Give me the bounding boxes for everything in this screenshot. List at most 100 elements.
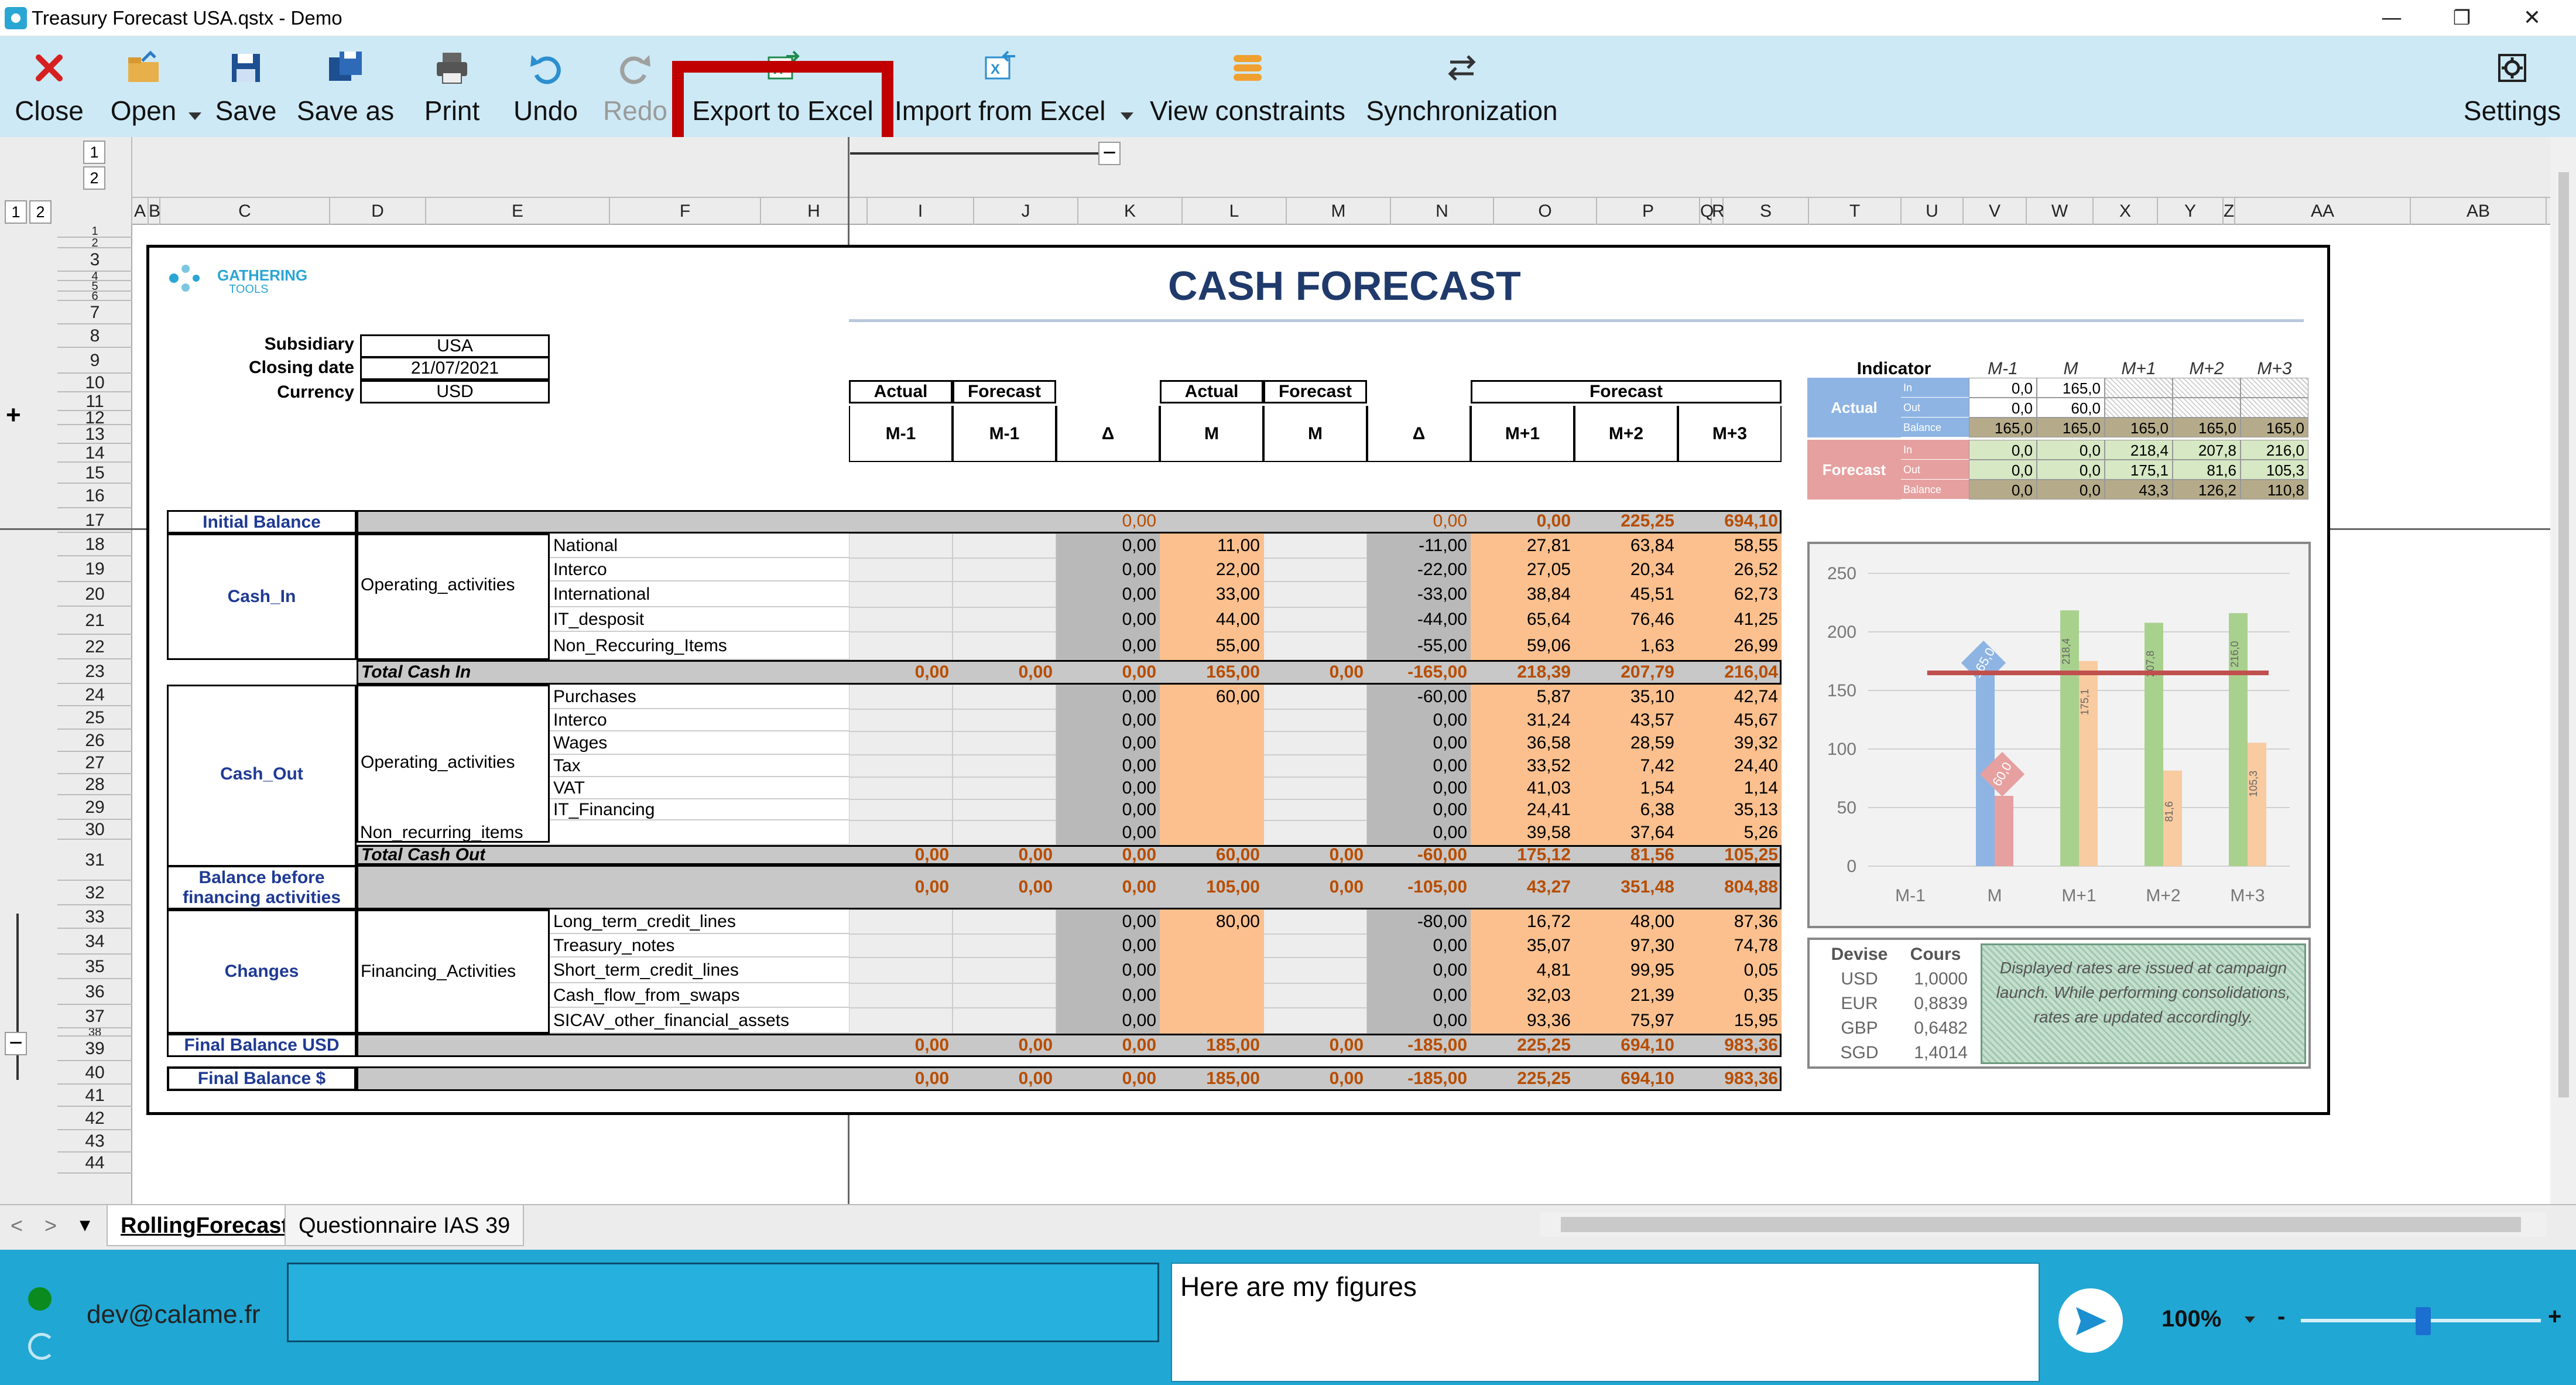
row-header-21[interactable]: 21 [57,607,132,635]
tab-scroll-left[interactable]: < [11,1213,23,1238]
column-header-y[interactable]: Y [2158,198,2224,225]
row-header-7[interactable]: 7 [57,301,132,324]
column-outline-level-2[interactable]: 2 [83,166,105,190]
expand-group-button[interactable]: + [6,401,21,430]
column-header-b[interactable]: B [149,198,160,225]
row-header-42[interactable]: 42 [57,1107,132,1130]
column-header-x[interactable]: X [2094,198,2158,225]
row-header-15[interactable]: 15 [57,463,132,484]
zoom-dropdown-icon[interactable] [2245,1316,2255,1323]
horizontal-scroll-thumb[interactable] [1561,1217,2521,1232]
row-header-14[interactable]: 14 [57,444,132,463]
column-header-p[interactable]: P [1597,198,1700,225]
row-header-19[interactable]: 19 [57,556,132,582]
row-header-35[interactable]: 35 [57,955,132,979]
column-header-l[interactable]: L [1183,198,1287,225]
row-header-24[interactable]: 24 [57,684,132,706]
refresh-icon[interactable] [28,1333,55,1360]
column-header-f[interactable]: F [610,198,761,225]
column-header-ab[interactable]: AB [2411,198,2547,225]
column-header-v[interactable]: V [1964,198,2027,225]
vertical-scroll-thumb[interactable] [2558,172,2569,1097]
synchronization-button[interactable]: Synchronization [1365,42,1558,135]
zoom-slider-thumb[interactable] [2416,1307,2431,1335]
row-header-28[interactable]: 28 [57,774,132,795]
settings-button[interactable]: Settings [2457,42,2568,135]
send-button[interactable] [2058,1288,2123,1353]
redo-button[interactable]: Redo [597,42,673,135]
column-header-k[interactable]: K [1078,198,1183,225]
open-button[interactable]: Open [100,42,187,135]
row-header-31[interactable]: 31 [57,840,132,881]
column-header-s[interactable]: S [1724,198,1809,225]
column-header-z[interactable]: Z [2224,198,2235,225]
close-window-button[interactable]: ✕ [2506,2,2558,34]
view-constraints-button[interactable]: View constraints [1147,42,1348,135]
row-header-13[interactable]: 13 [57,425,132,444]
minimize-button[interactable]: — [2365,2,2418,34]
row-header-4[interactable]: 4 [57,272,132,281]
column-header-c[interactable]: C [160,198,330,225]
horizontal-scrollbar[interactable] [1540,1212,2547,1237]
row-header-1[interactable]: 1 [57,225,132,238]
column-header-t[interactable]: T [1809,198,1902,225]
tab-list-menu[interactable]: ▾ [80,1212,90,1237]
row-header-38[interactable]: 38 [57,1028,132,1037]
row-header-2[interactable]: 2 [57,238,132,248]
column-header-h[interactable]: H [761,198,868,225]
row-header-30[interactable]: 30 [57,820,132,840]
collapse-column-group-button[interactable]: − [1098,141,1121,165]
column-header-i[interactable]: I [868,198,974,225]
print-button[interactable]: Print [417,42,487,135]
row-header-41[interactable]: 41 [57,1085,132,1107]
column-header-j[interactable]: J [974,198,1078,225]
import-dropdown-arrow[interactable] [1121,112,1133,120]
row-header-36[interactable]: 36 [57,979,132,1005]
status-field[interactable] [287,1263,1159,1342]
row-header-34[interactable]: 34 [57,929,132,955]
row-outline-level-2[interactable]: 2 [29,200,52,224]
zoom-in-button[interactable]: + [2548,1304,2561,1330]
row-header-3[interactable]: 3 [57,248,132,272]
tab-scroll-right[interactable]: > [44,1213,57,1238]
row-header-27[interactable]: 27 [57,752,132,774]
row-header-18[interactable]: 18 [57,533,132,556]
vertical-scrollbar[interactable] [2550,137,2576,1204]
column-header-u[interactable]: U [1902,198,1964,225]
row-header-23[interactable]: 23 [57,659,132,684]
row-header-25[interactable]: 25 [57,706,132,730]
save-button[interactable]: Save [211,42,281,135]
row-header-40[interactable]: 40 [57,1061,132,1085]
row-header-33[interactable]: 33 [57,905,132,929]
row-header-37[interactable]: 37 [57,1005,132,1028]
row-header-20[interactable]: 20 [57,582,132,607]
undo-button[interactable]: Undo [505,42,587,135]
row-header-22[interactable]: 22 [57,635,132,659]
row-header-5[interactable]: 5 [57,281,132,292]
save-as-button[interactable]: Save as [293,42,398,135]
column-header-d[interactable]: D [330,198,426,225]
row-header-26[interactable]: 26 [57,730,132,752]
open-dropdown-arrow[interactable] [189,112,201,120]
row-header-12[interactable]: 12 [57,411,132,425]
column-header-a[interactable]: A [132,198,149,225]
row-header-43[interactable]: 43 [57,1130,132,1153]
column-header-w[interactable]: W [2027,198,2094,225]
row-header-39[interactable]: 39 [57,1037,132,1061]
comment-input[interactable] [1171,1263,2040,1382]
column-header-e[interactable]: E [426,198,610,225]
column-header-q[interactable]: Q [1700,198,1714,225]
tab-rollingforecast[interactable]: RollingForecast [107,1205,303,1246]
row-header-32[interactable]: 32 [57,881,132,905]
collapse-group-button[interactable]: − [5,1031,27,1055]
tab-questionnaire-ias-39[interactable]: Questionnaire IAS 39 [285,1205,525,1246]
zoom-out-button[interactable]: - [2277,1304,2285,1330]
column-outline-level-1[interactable]: 1 [83,141,105,164]
column-header-o[interactable]: O [1494,198,1597,225]
row-header-29[interactable]: 29 [57,795,132,820]
row-header-11[interactable]: 11 [57,392,132,411]
column-header-r[interactable]: R [1712,198,1725,225]
zoom-level[interactable]: 100% [2161,1306,2221,1332]
column-header-m[interactable]: M [1287,198,1391,225]
row-header-16[interactable]: 16 [57,484,132,508]
